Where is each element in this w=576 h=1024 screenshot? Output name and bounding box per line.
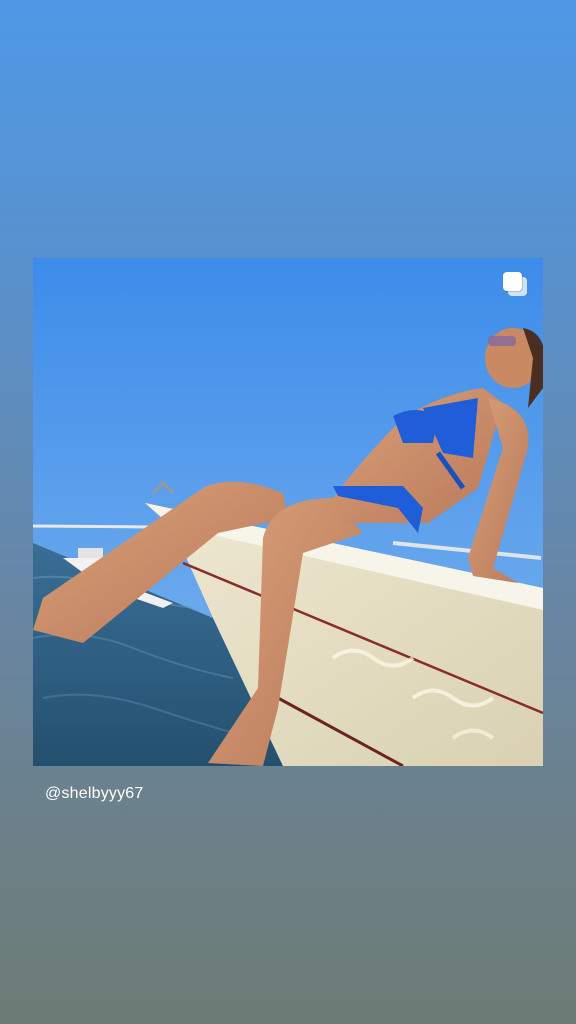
post-card[interactable] (33, 258, 543, 766)
post-username[interactable]: @shelbyyy67 (45, 785, 144, 803)
carousel-icon-front-square (503, 272, 522, 291)
post-photo (33, 258, 543, 766)
carousel-icon (503, 272, 529, 298)
